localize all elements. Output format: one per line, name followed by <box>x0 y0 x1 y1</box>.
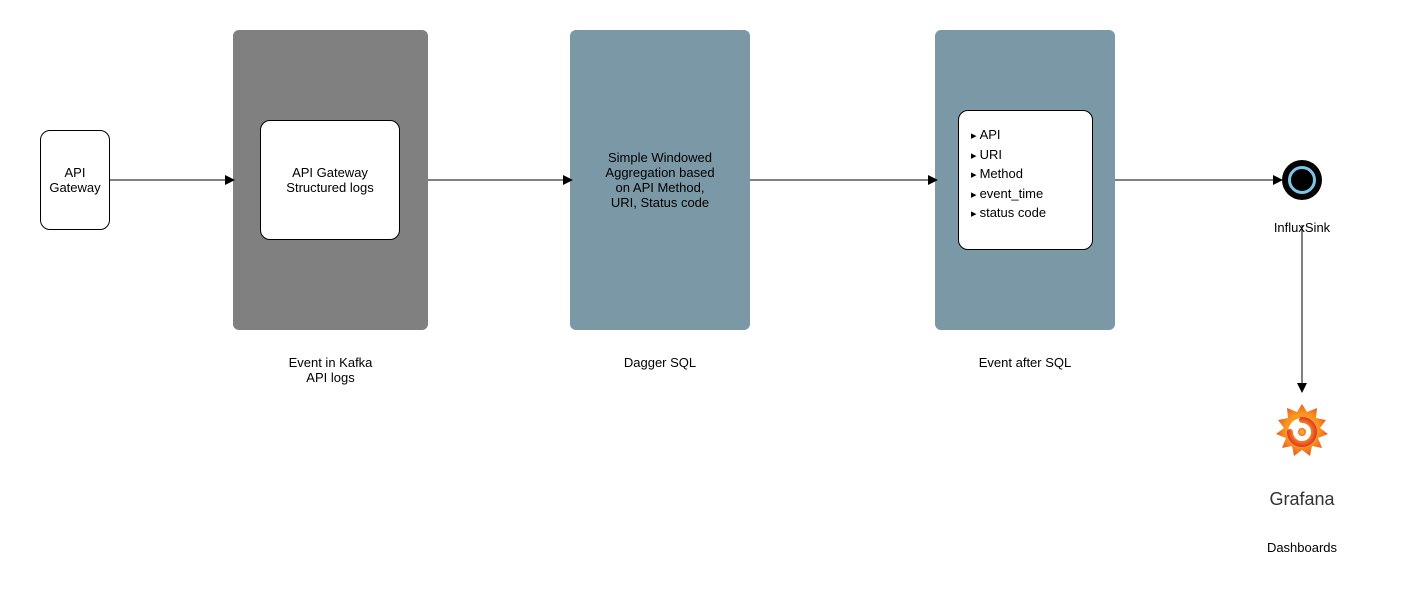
bullet-method: Method <box>971 164 1046 184</box>
arrow-dagger-to-event <box>750 170 938 190</box>
grafana-caption: Dashboards <box>1252 525 1352 555</box>
bullet-event-time: event_time <box>971 184 1046 204</box>
arrow-kafka-to-dagger <box>428 170 573 190</box>
dagger-container: Simple Windowed Aggregation based on API… <box>570 30 750 330</box>
arrow-gateway-to-kafka <box>110 170 235 190</box>
dagger-label: Simple Windowed Aggregation based on API… <box>605 150 714 210</box>
bullet-status-code: status code <box>971 203 1046 223</box>
kafka-inner-label: API Gateway Structured logs <box>286 165 373 195</box>
grafana-wordmark: Grafana <box>1252 468 1352 510</box>
event-after-inner-box: API URI Method event_time status code <box>958 110 1093 250</box>
dagger-caption: Dagger SQL <box>570 340 750 370</box>
kafka-inner-box: API Gateway Structured logs <box>260 120 400 240</box>
event-after-bullets: API URI Method event_time status code <box>971 125 1046 223</box>
arrow-influx-to-grafana <box>1292 225 1312 393</box>
bullet-api: API <box>971 125 1046 145</box>
bullet-uri: URI <box>971 145 1046 165</box>
arrow-event-to-influx <box>1115 170 1283 190</box>
kafka-caption: Event in Kafka API logs <box>233 340 428 385</box>
grafana-logo-icon <box>1262 390 1342 470</box>
influxsink-icon <box>1282 160 1322 200</box>
api-gateway-box: API Gateway <box>40 130 110 230</box>
api-gateway-label: API Gateway <box>49 165 100 195</box>
event-after-caption: Event after SQL <box>935 340 1115 370</box>
